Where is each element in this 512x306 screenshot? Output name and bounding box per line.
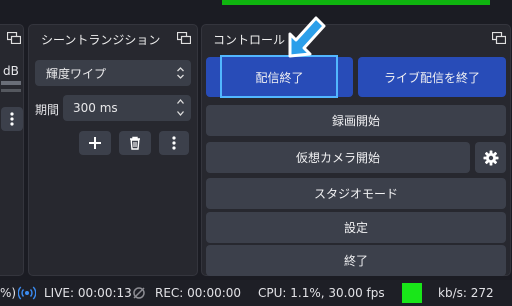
start-recording-button[interactable]: 録画開始: [206, 105, 506, 136]
dock-float-icon[interactable]: [177, 32, 191, 44]
start-virtual-camera-button[interactable]: 仮想カメラ開始: [206, 142, 470, 173]
volume-meter: [1, 81, 21, 85]
db-label: dB: [3, 64, 19, 78]
settings-button[interactable]: 設定: [206, 212, 506, 243]
transition-properties-button[interactable]: [159, 131, 189, 155]
stop-streaming-button[interactable]: 配信終了: [206, 57, 353, 97]
mixer-menu-button[interactable]: [1, 107, 23, 131]
stop-streaming-label: 配信終了: [255, 70, 304, 85]
scene-transitions-panel: シーントランジション 輝度ワイプ 期間 300 ms: [28, 24, 198, 276]
exit-button[interactable]: 終了: [206, 245, 506, 276]
duration-label: 期間: [35, 103, 60, 117]
more-vertical-icon: [10, 112, 14, 126]
panel-title: コントロール: [213, 33, 286, 47]
panel-header: コントロール: [202, 25, 510, 51]
top-accent-bar: [222, 0, 490, 5]
pointer-arrow-icon: [288, 16, 326, 58]
remove-transition-button[interactable]: [119, 131, 151, 155]
live-time: LIVE: 00:00:13: [44, 286, 132, 300]
duration-spinbox[interactable]: 300 ms: [63, 95, 191, 121]
plus-icon: [89, 137, 101, 149]
select-arrows-icon: [177, 67, 184, 79]
dock-float-icon[interactable]: [7, 32, 21, 44]
studio-mode-label: スタジオモード: [313, 187, 398, 201]
start-recording-label: 録画開始: [331, 114, 380, 128]
top-strip: [0, 0, 222, 5]
record-disabled-icon: [133, 287, 145, 299]
start-virtual-camera-label: 仮想カメラ開始: [295, 151, 380, 165]
exit-label: 終了: [343, 254, 368, 268]
stop-live-button[interactable]: ライブ配信を終了: [358, 57, 506, 97]
spin-down-icon[interactable]: [176, 110, 185, 117]
trash-icon: [130, 136, 140, 150]
studio-mode-button[interactable]: スタジオモード: [206, 178, 506, 209]
transition-select[interactable]: 輝度ワイプ: [35, 60, 191, 86]
status-left-fragment: %): [0, 286, 17, 300]
cpu-fps: CPU: 1.1%, 30.00 fps: [258, 286, 385, 300]
status-bar: %) LIVE: 00:00:13 REC: 00:00:00 CPU: 1.1…: [0, 280, 512, 306]
spin-up-icon[interactable]: [176, 98, 185, 105]
gear-icon: [483, 150, 498, 165]
panel-title: シーントランジション: [41, 33, 161, 47]
settings-label: 設定: [343, 221, 368, 235]
bitrate: kb/s: 272: [438, 286, 494, 300]
virtual-camera-settings-button[interactable]: [475, 142, 506, 173]
add-transition-button[interactable]: [79, 131, 111, 155]
stop-live-label: ライブ配信を終了: [383, 70, 480, 85]
duration-value: 300 ms: [73, 101, 118, 115]
rec-time: REC: 00:00:00: [155, 286, 242, 300]
audio-mixer-panel: dB: [0, 24, 24, 276]
broadcast-icon: [18, 286, 36, 300]
panel-header: シーントランジション: [29, 25, 197, 51]
dock-float-icon[interactable]: [492, 32, 506, 44]
transition-select-value: 輝度ワイプ: [46, 66, 107, 81]
more-vertical-icon: [172, 136, 176, 150]
volume-meter-lower: [1, 89, 21, 92]
stream-health-indicator: [402, 283, 422, 303]
